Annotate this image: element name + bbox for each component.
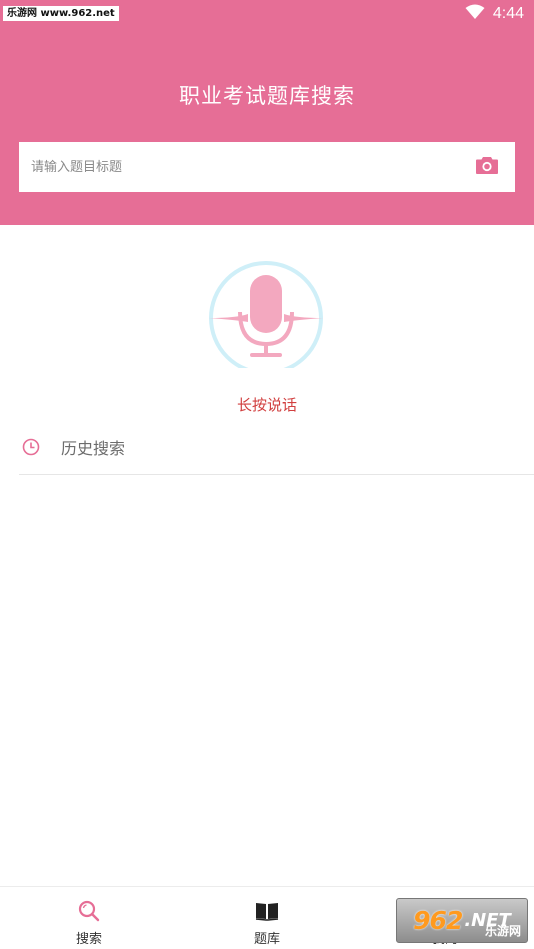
tab-search-label: 搜索 — [75, 932, 102, 947]
status-indicators: 4:44 — [465, 4, 524, 24]
watermark-label: 乐游网 www.962.net — [3, 6, 119, 21]
watermark-text: 乐游网 — [484, 924, 521, 938]
watermark-badge: 962 .NET 乐游网 — [396, 898, 528, 943]
tab-search[interactable]: 搜索 — [29, 887, 149, 949]
voice-label: 长按说话 — [236, 396, 297, 414]
header: 乐游网 www.962.net 4:44 职业考试题库搜索 — [0, 0, 534, 225]
camera-button[interactable] — [459, 142, 515, 192]
page-title: 职业考试题库搜索 — [179, 84, 355, 108]
search-box — [19, 142, 515, 192]
camera-icon — [475, 155, 499, 179]
book-icon — [255, 899, 279, 923]
status-time: 4:44 — [492, 5, 524, 22]
voice-button[interactable] — [206, 260, 326, 375]
watermark-number: 962 — [413, 906, 463, 935]
microphone-icon — [206, 261, 326, 375]
tab-library[interactable]: 题库 — [207, 887, 327, 949]
watermark-text-group: .NET 乐游网 — [462, 910, 521, 938]
search-icon — [77, 899, 101, 923]
history-row[interactable]: 历史搜索 — [19, 420, 534, 475]
search-input[interactable] — [19, 142, 459, 192]
wifi-icon — [465, 4, 485, 24]
tab-library-label: 题库 — [253, 932, 280, 947]
clock-icon — [21, 437, 41, 457]
history-label: 历史搜索 — [61, 439, 126, 458]
status-bar: 乐游网 www.962.net 4:44 — [0, 0, 534, 28]
